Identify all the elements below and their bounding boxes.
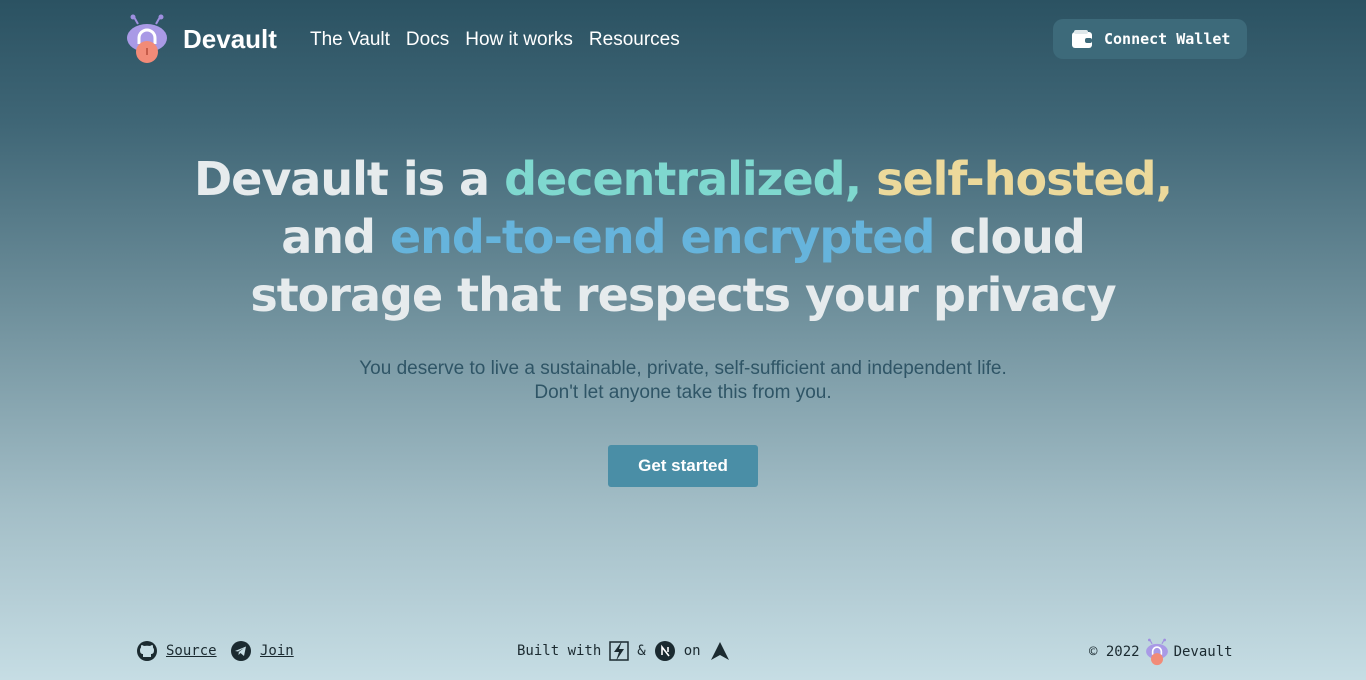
hero-highlight-decentralized: decentralized, bbox=[504, 152, 862, 206]
hero-title-part: Devault is a bbox=[193, 152, 505, 206]
devault-logo-icon bbox=[1145, 638, 1168, 666]
hero-highlight-self-hosted: self-hosted, bbox=[876, 152, 1173, 206]
on-label: on bbox=[683, 643, 701, 659]
github-icon bbox=[137, 641, 157, 661]
vite-icon[interactable] bbox=[609, 640, 630, 662]
footer: Source Join Built with & on © 2022 Devau… bbox=[0, 636, 1366, 666]
copyright: © 2022 Devault bbox=[1089, 638, 1233, 666]
main-nav: The Vault Docs How it works Resources bbox=[310, 28, 680, 52]
hero-subtitle-line: You deserve to live a sustainable, priva… bbox=[359, 358, 1007, 379]
header: Devault The Vault Docs How it works Reso… bbox=[0, 0, 1366, 78]
ampersand-label: & bbox=[637, 643, 646, 659]
hero-highlight-encrypted: end-to-end encrypted bbox=[389, 210, 935, 264]
nav-item-the-vault[interactable]: The Vault bbox=[310, 28, 390, 52]
built-with-label: Built with bbox=[517, 643, 602, 659]
nav-item-resources[interactable]: Resources bbox=[589, 28, 680, 52]
connect-wallet-button[interactable]: Connect Wallet bbox=[1053, 19, 1247, 59]
brand-name[interactable]: Devault bbox=[183, 24, 277, 54]
hero-title-part: cloud bbox=[934, 210, 1085, 264]
connect-wallet-label: Connect Wallet bbox=[1104, 30, 1231, 48]
hero-title: Devault is a decentralized, self-hosted,… bbox=[183, 150, 1183, 324]
join-link[interactable]: Join bbox=[230, 640, 294, 662]
hero-subtitle-line: Don't let anyone take this from you. bbox=[534, 382, 832, 403]
footer-brand: Devault bbox=[1173, 644, 1233, 660]
devault-logo-icon[interactable] bbox=[125, 14, 169, 64]
hero-subtitle: You deserve to live a sustainable, priva… bbox=[283, 357, 1083, 405]
telegram-icon bbox=[231, 641, 251, 661]
nextjs-icon[interactable] bbox=[654, 640, 676, 662]
hero-title-part: and bbox=[281, 210, 390, 264]
copyright-label: © 2022 bbox=[1089, 644, 1140, 660]
source-link[interactable]: Source bbox=[136, 640, 217, 662]
join-label: Join bbox=[260, 643, 294, 659]
hero-title-part: storage that respects your privacy bbox=[250, 268, 1116, 322]
arweave-icon[interactable] bbox=[709, 640, 731, 662]
nav-item-docs[interactable]: Docs bbox=[406, 28, 449, 52]
hero-title-part bbox=[861, 152, 876, 206]
nav-item-how-it-works[interactable]: How it works bbox=[465, 28, 573, 52]
source-label: Source bbox=[166, 643, 217, 659]
get-started-button[interactable]: Get started bbox=[608, 445, 758, 487]
wallet-icon bbox=[1072, 30, 1092, 48]
built-with: Built with & on bbox=[517, 640, 731, 662]
